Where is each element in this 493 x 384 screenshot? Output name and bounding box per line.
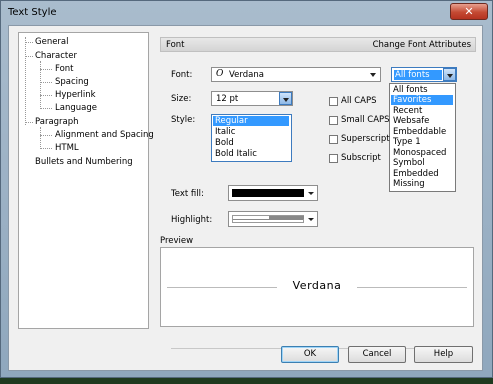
chevron-down-icon <box>308 218 314 221</box>
style-label: Style: <box>171 115 196 125</box>
filter-option-monospaced[interactable]: Monospaced <box>391 148 453 158</box>
preview-label: Preview <box>160 236 194 246</box>
close-button[interactable]: ✕ <box>450 3 488 20</box>
small-caps-label: Small CAPS <box>341 115 390 125</box>
tree-item-language[interactable]: Language <box>55 103 97 113</box>
filter-option-all-fonts[interactable]: All fonts <box>391 85 453 95</box>
superscript-label: Superscript <box>341 134 390 144</box>
size-value: 12 pt <box>216 94 239 104</box>
tree-item-general[interactable]: General <box>35 37 69 47</box>
text-fill-swatch <box>232 189 304 197</box>
font-filter-value: All fonts <box>395 70 430 80</box>
style-list[interactable]: Regular Italic Bold Bold Italic <box>211 114 292 162</box>
font-filter-combo[interactable]: All fonts <box>391 67 457 82</box>
font-filter-list[interactable]: All fonts Favorites Recent Websafe Embed… <box>389 83 456 192</box>
category-tree: General Character Font Spacing Hyperlink… <box>18 32 154 329</box>
tree-item-character[interactable]: Character <box>35 51 77 61</box>
font-filter-dropdown-button[interactable] <box>443 68 456 81</box>
style-option-bold-italic[interactable]: Bold Italic <box>213 149 289 159</box>
section-header: Font Change Font Attributes <box>160 37 476 52</box>
small-caps-checkbox[interactable] <box>329 116 338 125</box>
preview-text: Verdana <box>292 279 342 292</box>
style-option-italic[interactable]: Italic <box>213 127 289 137</box>
text-fill-picker[interactable] <box>228 185 318 201</box>
tree-item-hyperlink[interactable]: Hyperlink <box>55 90 96 100</box>
filter-option-embeddable[interactable]: Embeddable <box>391 127 453 137</box>
highlight-picker[interactable] <box>228 211 318 227</box>
tree-item-font[interactable]: Font <box>55 64 74 74</box>
font-value: Verdana <box>229 70 264 80</box>
highlight-label: Highlight: <box>171 215 213 225</box>
filter-option-missing[interactable]: Missing <box>391 179 453 189</box>
ok-button[interactable]: OK <box>281 346 339 363</box>
all-caps-label: All CAPS <box>341 96 377 106</box>
filter-option-type1[interactable]: Type 1 <box>391 137 453 147</box>
title-bar[interactable]: Text Style ✕ <box>1 1 492 25</box>
filter-option-favorites[interactable]: Favorites <box>391 95 453 105</box>
chevron-down-icon <box>308 192 314 195</box>
highlight-swatch <box>232 215 304 223</box>
subscript-checkbox[interactable] <box>329 154 338 163</box>
opentype-font-icon: O <box>216 69 224 79</box>
help-button[interactable]: Help <box>414 346 473 363</box>
superscript-checkbox[interactable] <box>329 135 338 144</box>
size-label: Size: <box>171 94 192 104</box>
tree-item-paragraph[interactable]: Paragraph <box>35 117 79 127</box>
tree-item-spacing[interactable]: Spacing <box>55 77 89 87</box>
cancel-button[interactable]: Cancel <box>348 346 406 363</box>
filter-option-symbol[interactable]: Symbol <box>391 158 453 168</box>
all-caps-checkbox[interactable] <box>329 97 338 106</box>
tree-item-html[interactable]: HTML <box>55 143 79 153</box>
text-fill-label: Text fill: <box>171 189 204 199</box>
style-option-bold[interactable]: Bold <box>213 138 289 148</box>
tree-item-alignment-spacing[interactable]: Alignment and Spacing <box>55 130 154 140</box>
font-combo[interactable]: O Verdana <box>211 67 381 82</box>
size-dropdown-button[interactable] <box>279 92 292 105</box>
preview-box: Verdana <box>160 247 474 327</box>
filter-option-websafe[interactable]: Websafe <box>391 116 453 126</box>
font-dropdown-button[interactable] <box>367 68 380 81</box>
section-title: Font <box>166 40 185 50</box>
filter-option-embedded[interactable]: Embedded <box>391 169 453 179</box>
size-combo[interactable]: 12 pt <box>211 91 293 106</box>
section-subtitle: Change Font Attributes <box>372 40 471 50</box>
style-option-regular[interactable]: Regular <box>213 116 289 126</box>
filter-option-recent[interactable]: Recent <box>391 106 453 116</box>
window-title: Text Style <box>8 7 57 18</box>
subscript-label: Subscript <box>341 153 381 163</box>
font-label: Font: <box>171 70 193 80</box>
tree-item-bullets-numbering[interactable]: Bullets and Numbering <box>35 157 133 167</box>
